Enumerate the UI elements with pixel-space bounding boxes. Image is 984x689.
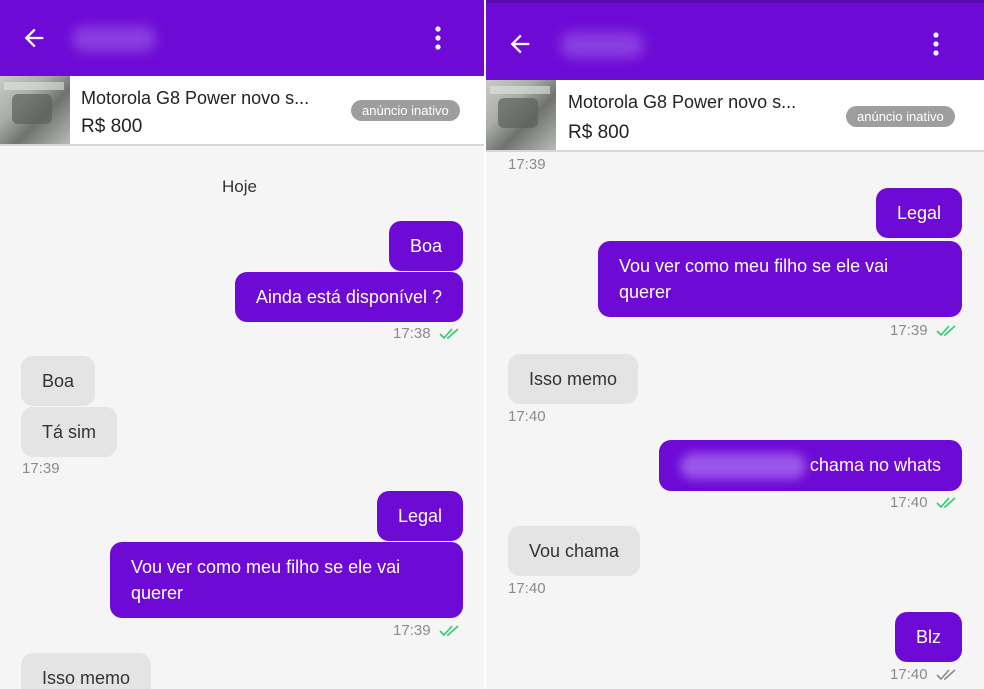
read-double-check-icon (936, 325, 956, 337)
message-timestamp: 17:40 (508, 408, 546, 425)
ad-price: R$ 800 (568, 122, 630, 143)
message-bubble-outgoing: Boa (388, 221, 463, 271)
chat-screen-left: Motorola G8 Power novo s... R$ 800 anúnc… (0, 0, 484, 689)
read-double-check-icon (936, 497, 956, 509)
message-timestamp: 17:39 (508, 156, 546, 173)
contact-name-blurred (72, 26, 156, 52)
message-bubble-outgoing: Vou ver como meu filho se ele vai querer (110, 542, 463, 618)
message-bubble-outgoing: Ainda está disponível ? (234, 272, 463, 322)
app-bar (0, 0, 484, 76)
ad-summary-bar[interactable]: Motorola G8 Power novo s... R$ 800 anúnc… (486, 80, 984, 152)
chat-screen-right: Motorola G8 Power novo s... R$ 800 anúnc… (486, 0, 984, 689)
message-timestamp: 17:40 (890, 494, 958, 511)
ad-status-badge: anúncio inativo (846, 106, 955, 127)
message-bubble-incoming: Vou chama (508, 526, 641, 576)
message-bubble-outgoing: Legal (875, 188, 962, 238)
message-bubble-incoming: Boa (21, 356, 96, 406)
app-bar (486, 0, 984, 80)
ad-summary-bar[interactable]: Motorola G8 Power novo s... R$ 800 anúnc… (0, 76, 484, 146)
ad-status-badge: anúncio inativo (351, 100, 460, 121)
read-double-check-icon (439, 625, 459, 637)
message-timestamp: 17:39 (393, 622, 461, 639)
ad-title: Motorola G8 Power novo s... (81, 88, 310, 108)
message-timestamp: 17:38 (393, 325, 461, 342)
back-arrow-icon[interactable] (506, 30, 534, 58)
ad-thumbnail (486, 80, 556, 150)
more-vertical-icon[interactable] (428, 24, 448, 52)
message-bubble-incoming: Isso memo (21, 653, 152, 689)
ad-price: R$ 800 (81, 116, 143, 137)
day-separator: Hoje (222, 177, 257, 196)
message-timestamp: 17:40 (890, 666, 958, 683)
message-timestamp: 17:40 (508, 580, 546, 597)
read-double-check-icon (439, 328, 459, 340)
message-bubble-outgoing: Legal (376, 491, 463, 541)
message-timestamp: 17:39 (22, 460, 60, 477)
more-vertical-icon[interactable] (926, 30, 946, 58)
back-arrow-icon[interactable] (20, 24, 48, 52)
message-bubble-incoming: Tá sim (21, 407, 117, 457)
contact-name-blurred (560, 32, 644, 58)
message-bubble-outgoing: Vou ver como meu filho se ele vai querer (598, 241, 962, 317)
message-bubble-outgoing: Blz (894, 612, 962, 662)
delivered-double-check-icon (936, 669, 956, 681)
ad-thumbnail (0, 76, 70, 144)
ad-title: Motorola G8 Power novo s... (568, 92, 797, 112)
message-timestamp: 17:39 (890, 322, 958, 339)
message-bubble-outgoing: chama no whats (658, 440, 962, 492)
message-bubble-incoming: Isso memo (508, 354, 639, 404)
redacted-text (679, 453, 806, 480)
